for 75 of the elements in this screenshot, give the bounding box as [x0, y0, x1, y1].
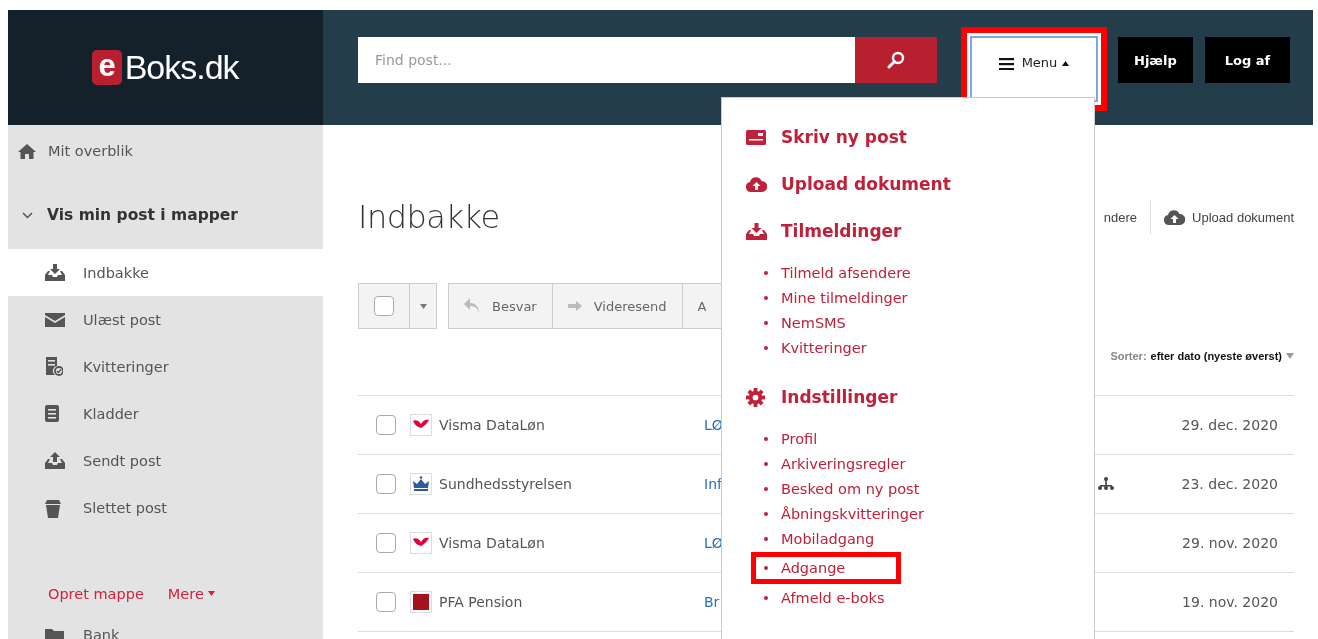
message-date: 23. dec. 2020: [1180, 476, 1278, 492]
checkbox[interactable]: [376, 533, 396, 553]
folder-item[interactable]: Sendt post: [8, 437, 323, 484]
folder-item[interactable]: Indbakke: [8, 249, 323, 296]
menu-heading[interactable]: Skriv ny post: [781, 127, 907, 147]
menu-item[interactable]: NemSMS: [764, 310, 846, 335]
menu-item[interactable]: Arkiveringsregler: [764, 451, 906, 476]
receipt-icon: [45, 357, 63, 376]
sender-name: PFA Pension: [439, 594, 524, 610]
subject-link[interactable]: Br: [704, 594, 720, 610]
folder-item[interactable]: Kvitteringer: [8, 343, 323, 390]
menu-icon: [998, 58, 1014, 70]
logo-block-icon: [410, 591, 432, 613]
folder-icon: [45, 627, 64, 639]
swoosh-logo-icon: [410, 532, 432, 554]
folder-item[interactable]: Ulæst post: [8, 296, 323, 343]
folder-item[interactable]: Bank: [8, 611, 323, 639]
header-button[interactable]: Hjælp: [1118, 37, 1193, 83]
folder-item[interactable]: Slettet post: [8, 484, 323, 531]
folder-item[interactable]: Kladder: [8, 390, 323, 437]
header-button[interactable]: Log af: [1204, 37, 1291, 83]
sender-name: Visma DataLøn: [439, 417, 546, 433]
overview-link[interactable]: Mit overblik: [48, 143, 133, 159]
logo-badge: e: [92, 50, 122, 85]
crown-logo-icon: [410, 473, 432, 495]
menu-item[interactable]: Kvitteringer: [764, 335, 867, 360]
document-icon: [45, 405, 59, 422]
cloud-upload-icon: [746, 176, 767, 192]
checkbox[interactable]: [374, 296, 394, 316]
cloud-upload-icon: [1164, 209, 1186, 225]
checkbox[interactable]: [376, 415, 396, 435]
card-icon: [746, 129, 766, 145]
menu-heading[interactable]: Tilmeldinger: [781, 221, 902, 241]
checkbox[interactable]: [376, 592, 396, 612]
trash-icon: [45, 497, 61, 518]
sort-dropdown[interactable]: efter dato (nyeste øverst): [1150, 350, 1282, 362]
search-icon: [887, 51, 905, 69]
forward-arrow-icon: [567, 301, 582, 311]
home-icon: [18, 143, 36, 159]
search-button[interactable]: [855, 37, 937, 83]
sidebar-link[interactable]: Opret mappe: [48, 576, 144, 611]
sort-label: Sorter:: [1110, 350, 1147, 362]
subject-link[interactable]: Inf: [704, 476, 722, 492]
logo-text: Boks.dk: [124, 48, 239, 87]
upload-link[interactable]: Upload dokument: [1164, 209, 1294, 225]
menu-item[interactable]: Afmeld e-boks: [764, 585, 885, 610]
inbox-icon: [45, 264, 65, 281]
section-heading[interactable]: Vis min post i mapper: [47, 206, 238, 224]
reply-icon: [464, 298, 480, 314]
message-date: 19. nov. 2020: [1181, 594, 1278, 610]
message-date: 29. nov. 2020: [1181, 535, 1278, 551]
menu-item[interactable]: Mine tilmeldinger: [764, 285, 908, 310]
action-link[interactable]: ndere: [1103, 209, 1138, 225]
sender-name: Sundhedsstyrelsen: [439, 476, 573, 492]
menu-item[interactable]: Tilmeld afsendere: [764, 260, 911, 285]
menu-heading[interactable]: Indstillinger: [781, 387, 898, 407]
gear-icon: [746, 387, 765, 407]
menu-item[interactable]: Adgange: [751, 552, 901, 584]
menu-item[interactable]: Åbningskvitteringer: [764, 501, 924, 526]
page-title: Indbakke: [358, 198, 500, 236]
outbox-icon: [45, 452, 65, 469]
caret-icon: [419, 303, 427, 309]
swoosh-logo-icon: [410, 414, 432, 436]
caret-icon: [1286, 353, 1294, 359]
envelope-icon: [45, 312, 65, 327]
menu-heading[interactable]: Upload dokument: [781, 174, 951, 194]
menu-item[interactable]: Besked om ny post: [764, 476, 920, 501]
sidebar-link[interactable]: Mere: [167, 576, 215, 611]
tray-download-icon: [746, 222, 767, 240]
sender-name: Visma DataLøn: [439, 535, 546, 551]
menu-item[interactable]: Profil: [764, 426, 818, 451]
checkbox[interactable]: [376, 474, 396, 494]
search-field[interactable]: Find post...: [358, 37, 855, 83]
message-date: 29. dec. 2020: [1180, 417, 1278, 433]
menu-item[interactable]: Mobiladgang: [764, 526, 875, 551]
